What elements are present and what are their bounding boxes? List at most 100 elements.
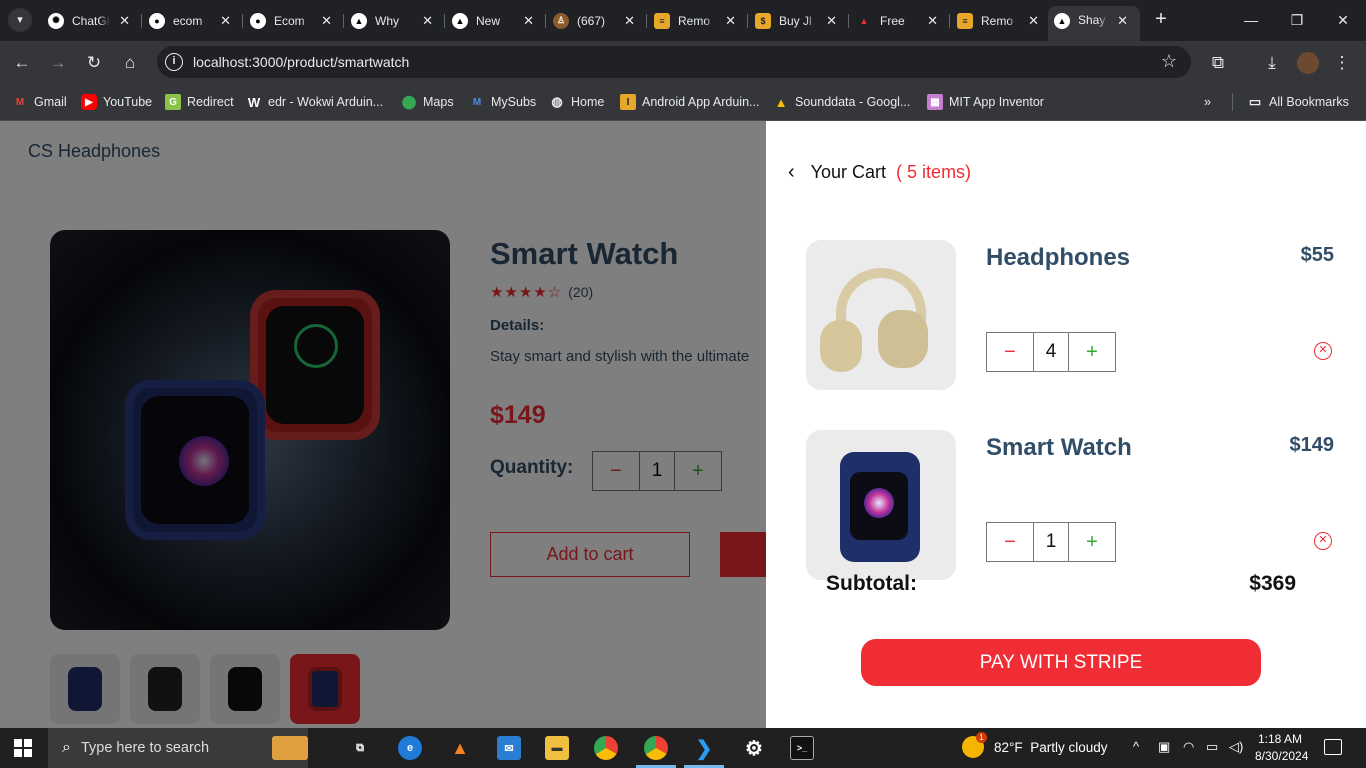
weather-widget[interactable]: 1 82°F Partly cloudy	[962, 732, 1107, 758]
tab-strip: ▾ ✺ ChatGPT ✕ ● ecom ✕ ● Ecom ✕ ▲ Why ✕ …	[0, 0, 1366, 41]
tab-remo[interactable]: ≡ Remo ✕	[648, 6, 748, 35]
bookmark-youtube[interactable]: ▶ YouTube	[81, 93, 152, 111]
forward-arrow-icon[interactable]: →	[46, 51, 70, 75]
decrease-quantity-button[interactable]: −	[987, 333, 1033, 371]
cart-item-count: ( 5 items)	[896, 162, 972, 182]
weather-temp: 82°F	[994, 739, 1023, 755]
back-arrow-icon[interactable]: ←	[10, 51, 34, 75]
tab-chatgpt[interactable]: ✺ ChatGPT ✕	[42, 6, 142, 35]
tab-title: (667)	[577, 13, 606, 28]
new-tab-plus-icon[interactable]: +	[1150, 8, 1172, 30]
home-globe-icon: ◍	[551, 94, 563, 109]
profile-avatar[interactable]	[1297, 52, 1319, 74]
bookmark-sounddata[interactable]: ▲ Sounddata - Googl...	[773, 93, 911, 111]
search-highlight-icon[interactable]	[272, 736, 308, 760]
extensions-icon[interactable]: ⧉	[1206, 51, 1230, 75]
volume-icon[interactable]: ◁)	[1229, 739, 1243, 755]
system-clock[interactable]: 1:18 AM 8/30/2024	[1255, 731, 1308, 765]
chrome-icon[interactable]	[594, 736, 618, 760]
terminal-icon[interactable]: >_	[790, 736, 814, 760]
tab-title: ecom	[173, 13, 203, 28]
close-icon[interactable]: ✕	[725, 13, 736, 29]
bookmark-gmail[interactable]: M Gmail	[12, 93, 67, 111]
close-icon[interactable]: ✕	[1028, 13, 1039, 29]
download-icon[interactable]: ⤓	[1260, 51, 1284, 75]
close-window-icon[interactable]: ✕	[1320, 0, 1366, 40]
bookmark-home[interactable]: ◍ Home	[549, 93, 604, 111]
chrome-profile-icon[interactable]	[644, 736, 668, 760]
meet-now-icon[interactable]: ▣	[1158, 739, 1170, 755]
vlc-icon[interactable]: ▲	[448, 736, 472, 760]
bookmark-wokwi[interactable]: Wedr - Wokwi Arduin...	[246, 93, 383, 111]
close-icon[interactable]: ✕	[220, 13, 231, 29]
settings-gear-icon[interactable]: ⚙	[742, 736, 766, 760]
tab-shay-active[interactable]: ▲ Shay ✕	[1048, 6, 1140, 41]
chevron-left-icon[interactable]: ‹	[788, 161, 795, 184]
tab-title: Buy Jl	[779, 13, 812, 28]
search-placeholder: Type here to search	[80, 740, 210, 756]
bookmarks-bar: M Gmail ▶ YouTube G Redirect Wedr - Wokwi A…	[0, 84, 1366, 121]
wifi-icon[interactable]: ◠	[1183, 739, 1194, 755]
close-icon[interactable]: ✕	[826, 13, 837, 29]
github-icon: ●	[149, 12, 165, 29]
remove-item-icon[interactable]: ✕	[1314, 532, 1332, 550]
figure-icon: ♙	[553, 12, 569, 29]
bookmark-redirect[interactable]: G Redirect	[165, 93, 234, 111]
cart-backdrop-overlay[interactable]	[0, 121, 766, 728]
bookmark-star-icon[interactable]: ☆	[1161, 51, 1177, 72]
home-icon[interactable]: ⌂	[118, 51, 142, 75]
menu-kebab-icon[interactable]: ⋮	[1330, 51, 1354, 75]
close-icon[interactable]: ✕	[624, 13, 635, 29]
reload-icon[interactable]: ↻	[82, 51, 106, 75]
notifications-icon[interactable]	[1324, 739, 1342, 755]
tab-why[interactable]: ▲ Why ✕	[345, 6, 445, 35]
chevron-up-icon[interactable]: ^	[1133, 739, 1139, 754]
battery-icon[interactable]: ▭	[1206, 739, 1218, 755]
vscode-icon[interactable]: ❯	[692, 736, 716, 760]
taskbar-search-box[interactable]: ⌕ Type here to search	[48, 728, 308, 768]
remove-item-icon[interactable]: ✕	[1314, 342, 1332, 360]
file-explorer-icon[interactable]: ▬	[545, 736, 569, 760]
tab-search-button[interactable]: ▾	[8, 8, 32, 32]
url-text[interactable]: localhost:3000/product/smartwatch	[193, 54, 409, 70]
vercel-icon: ▲	[1054, 13, 1070, 29]
wokwi-icon: W	[247, 94, 261, 110]
tab-remo-2[interactable]: ≡ Remo ✕	[951, 6, 1051, 35]
cart-item-image-smartwatch	[806, 430, 956, 580]
cart-heading[interactable]: ‹ Your Cart ( 5 items)	[788, 161, 971, 184]
bookmark-maps[interactable]: ⬤ Maps	[401, 93, 454, 111]
task-view-icon[interactable]: ⧉	[348, 736, 372, 760]
pay-with-stripe-button[interactable]: PAY WITH STRIPE	[861, 639, 1261, 686]
tab-free[interactable]: ▲ Free ✕	[850, 6, 950, 35]
quantity-value: 1	[1033, 523, 1069, 561]
edge-icon[interactable]: e	[398, 736, 422, 760]
restore-icon[interactable]: ❐	[1274, 0, 1320, 40]
close-icon[interactable]: ✕	[119, 13, 130, 29]
increase-quantity-button[interactable]: +	[1069, 333, 1115, 371]
tab-buy[interactable]: $ Buy Jl ✕	[749, 6, 849, 35]
tab-ecom-github[interactable]: ● ecom ✕	[143, 6, 243, 35]
close-icon[interactable]: ✕	[927, 13, 938, 29]
tab-ecom-github-2[interactable]: ● Ecom ✕	[244, 6, 344, 35]
decrease-quantity-button[interactable]: −	[987, 523, 1033, 561]
increase-quantity-button[interactable]: +	[1069, 523, 1115, 561]
tab-667[interactable]: ♙ (667) ✕	[547, 6, 647, 35]
gmail-icon: M	[15, 96, 25, 108]
all-bookmarks[interactable]: ▭ All Bookmarks	[1232, 93, 1349, 111]
address-bar[interactable]: i localhost:3000/product/smartwatch ☆	[157, 46, 1191, 78]
bookmark-mysubs[interactable]: M MySubs	[469, 93, 536, 111]
mail-icon[interactable]: ✉	[497, 736, 521, 760]
close-icon[interactable]: ✕	[523, 13, 534, 29]
tab-title: Remo	[678, 13, 711, 28]
windows-start-icon[interactable]	[14, 739, 32, 757]
close-icon[interactable]: ✕	[321, 13, 332, 29]
minimize-icon[interactable]: —	[1228, 0, 1274, 40]
tab-new[interactable]: ▲ New ✕	[446, 6, 546, 35]
vercel-icon: ▲	[452, 12, 468, 29]
bookmark-mit-app-inventor[interactable]: ▦ MIT App Inventor	[927, 93, 1044, 111]
bookmarks-overflow[interactable]: »	[1204, 93, 1211, 111]
bookmark-android-app[interactable]: I Android App Arduin...	[620, 93, 759, 111]
close-icon[interactable]: ✕	[1117, 13, 1128, 29]
close-icon[interactable]: ✕	[422, 13, 433, 29]
site-info-icon[interactable]: i	[165, 53, 183, 71]
